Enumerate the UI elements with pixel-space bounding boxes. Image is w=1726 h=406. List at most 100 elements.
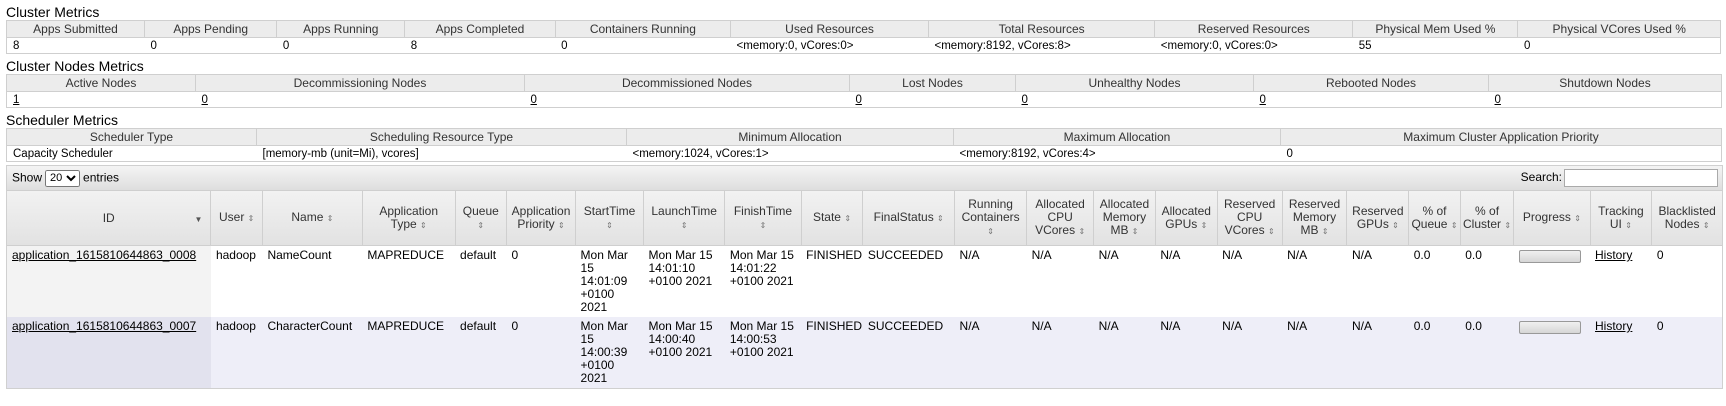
history-link[interactable]: History [1595,319,1632,333]
lost-nodes-link[interactable]: 0 [856,94,862,106]
col-name-label: Name [291,210,324,224]
sort-icon: ⇕ [1200,220,1208,230]
applications-toolbar: Show 20 entries Search: [7,166,1722,191]
col-allocated-cpu-vcores[interactable]: Allocated CPU VCores ⇕ [1026,191,1095,246]
col-name[interactable]: Name ⇕ [262,191,363,246]
col-pct-of-queue[interactable]: % of Queue ⇕ [1408,191,1461,246]
application-id-link[interactable]: application_1615810644863_0008 [12,248,196,262]
cluster-nodes-metrics-table: Active Nodes Decommissioning Nodes Decom… [6,74,1722,108]
decommissioning-nodes-link[interactable]: 0 [202,94,208,106]
decommissioned-nodes-link[interactable]: 0 [531,94,537,106]
col-decommissioning-nodes: Decommissioning Nodes [195,74,525,92]
col-reserved-cpu-vcores[interactable]: Reserved CPU VCores ⇕ [1217,191,1283,246]
running-containers-cell: N/A [954,245,1027,317]
priority-cell: 0 [506,317,576,388]
col-containers-running: Containers Running [554,20,732,38]
col-user[interactable]: User ⇕ [210,191,263,246]
col-allocated-gpus[interactable]: Allocated GPUs ⇕ [1155,191,1218,246]
entries-select[interactable]: 20 [45,169,81,187]
user-cell: hadoop [210,245,263,317]
col-max-cluster-app-priority: Maximum Cluster Application Priority [1280,128,1722,146]
col-allocated-memory-mb[interactable]: Allocated Memory MB ⇕ [1093,191,1156,246]
reserved-gpus-cell: N/A [1346,245,1409,317]
col-tracking-ui[interactable]: Tracking UI ⇕ [1590,191,1653,246]
finalstatus-cell: SUCCEEDED [862,317,955,388]
col-finalstatus[interactable]: FinalStatus ⇕ [862,191,956,246]
sort-icon: ⇕ [937,214,944,223]
col-active-nodes: Active Nodes [6,74,196,92]
col-minimum-allocation: Minimum Allocation [626,128,954,146]
col-state[interactable]: State ⇕ [801,191,864,246]
blacklisted-nodes-cell: 0 [1651,317,1722,388]
search-input[interactable] [1564,169,1718,187]
sort-icon: ⇕ [680,220,688,230]
show-label: Show [12,170,43,184]
scheduler-metrics-table: Scheduler Type Scheduling Resource Type … [6,128,1722,162]
col-application-type[interactable]: Application Type ⇕ [362,191,456,246]
col-finalstatus-label: FinalStatus [873,210,934,224]
pct-cluster-cell: 0.0 [1460,245,1514,317]
cluster-metrics-table: Apps Submitted Apps Pending Apps Running… [5,20,1721,54]
search-control: Search: [1521,169,1718,187]
col-id[interactable]: ID ▼ [7,191,212,246]
type-cell: MAPREDUCE [362,245,456,317]
col-queue[interactable]: Queue ⇕ [455,191,508,246]
sort-icon: ⇕ [1504,220,1512,230]
physical-vcores-used-value: 0 [1517,37,1721,54]
col-reserved-gpus[interactable]: Reserved GPUs ⇕ [1346,191,1410,246]
col-starttime[interactable]: StartTime ⇕ [575,191,644,246]
col-apps-completed: Apps Completed [404,20,556,38]
pct-queue-cell: 0.0 [1408,245,1461,317]
col-progress[interactable]: Progress ⇕ [1513,191,1591,246]
col-finishtime-label: FinishTime [733,203,793,218]
shutdown-nodes-link[interactable]: 0 [1495,94,1501,106]
col-maximum-allocation: Maximum Allocation [953,128,1281,146]
allocated-vcores-cell: N/A [1026,245,1094,317]
col-shutdown-nodes: Shutdown Nodes [1488,74,1722,92]
col-scheduling-resource-type: Scheduling Resource Type [256,128,627,146]
col-blacklisted-nodes[interactable]: Blacklisted Nodes ⇕ [1651,191,1722,246]
col-pct-of-queue-label: % of Queue [1411,203,1448,231]
apps-pending-value: 0 [144,37,277,54]
col-reserved-memory-mb[interactable]: Reserved Memory MB ⇕ [1282,191,1348,246]
sort-icon: ⇕ [1450,220,1458,230]
col-pct-of-cluster-label: % of Cluster [1462,203,1501,231]
col-finishtime[interactable]: FinishTime ⇕ [724,191,802,246]
max-cluster-app-priority-value: 0 [1280,145,1722,162]
history-link[interactable]: History [1595,248,1632,262]
applications-table: ID ▼ User ⇕ Name ⇕ Application Type ⇕ Que… [7,191,1722,388]
col-queue-label: Queue [462,203,499,218]
entries-label: entries [83,170,120,184]
apps-running-value: 0 [276,37,405,54]
progress-cell [1513,245,1591,317]
used-resources-value: <memory:0, vCores:0> [730,37,929,54]
col-running-containers[interactable]: Running Containers ⇕ [954,191,1028,246]
col-launchtime[interactable]: LaunchTime ⇕ [643,191,726,246]
launchtime-cell: Mon Mar 15 14:00:40 +0100 2021 [643,317,725,388]
sort-icon: ⇕ [606,220,613,230]
queue-cell: default [455,317,507,388]
active-nodes-link[interactable]: 1 [13,94,19,106]
reserved-vcores-cell: N/A [1217,245,1283,317]
unhealthy-nodes-link[interactable]: 0 [1022,94,1028,106]
col-progress-label: Progress [1522,210,1571,224]
col-pct-of-cluster[interactable]: % of Cluster ⇕ [1460,191,1515,246]
application-id-link[interactable]: application_1615810644863_0007 [12,319,196,333]
allocated-vcores-cell: N/A [1026,317,1094,388]
rebooted-nodes-link[interactable]: 0 [1260,94,1266,106]
name-cell: CharacterCount [262,317,363,388]
user-cell: hadoop [210,317,263,388]
col-rebooted-nodes: Rebooted Nodes [1253,74,1489,92]
col-apps-pending: Apps Pending [144,20,278,38]
launchtime-cell: Mon Mar 15 14:01:10 +0100 2021 [643,245,725,317]
sort-icon: ⇕ [1131,227,1139,236]
reserved-gpus-cell: N/A [1346,317,1409,388]
sort-icon: ⇕ [1625,220,1632,230]
sort-icon: ⇕ [558,220,565,230]
finishtime-cell: Mon Mar 15 14:00:53 +0100 2021 [724,317,802,388]
col-total-resources: Total Resources [928,20,1156,38]
sort-icon: ⇕ [844,214,852,223]
allocated-gpus-cell: N/A [1155,245,1218,317]
col-application-priority[interactable]: Application Priority ⇕ [506,191,577,246]
sort-icon: ⇕ [987,227,994,236]
